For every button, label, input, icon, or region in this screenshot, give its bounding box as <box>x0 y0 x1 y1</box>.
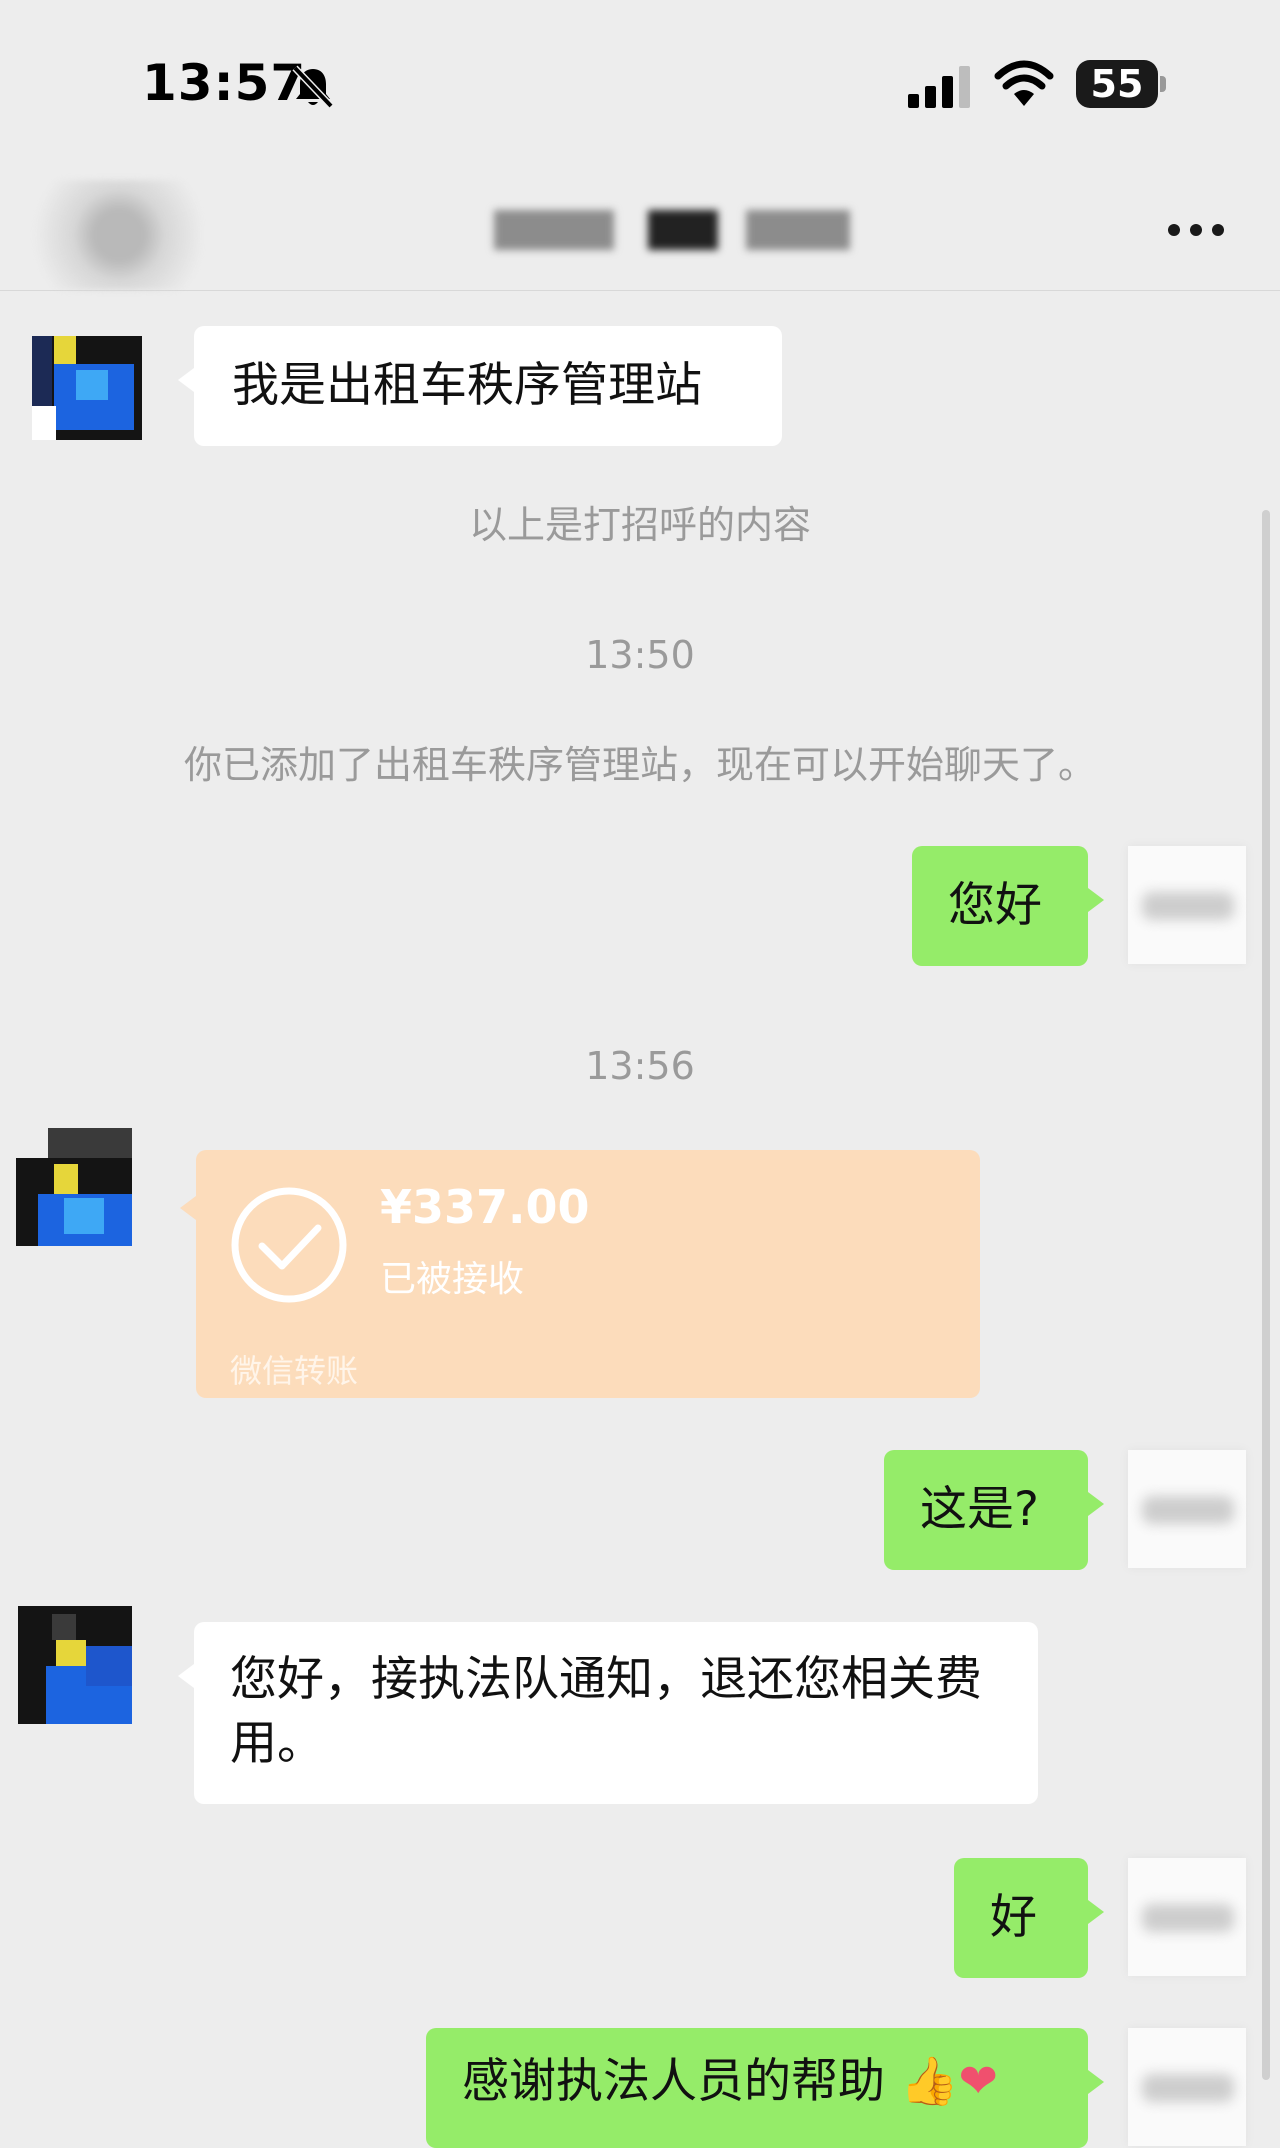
message-bubble[interactable]: 这是? <box>884 1450 1104 1570</box>
message-text: 感谢执法人员的帮助 <box>462 2054 885 2109</box>
wifi-icon <box>994 60 1054 106</box>
message-text: 您好 <box>948 878 1042 933</box>
bell-off-icon <box>292 65 334 109</box>
title-redacted-3 <box>746 210 850 250</box>
check-icon <box>231 1187 347 1303</box>
message-bubble[interactable]: 您好 <box>912 846 1104 966</box>
battery-cap <box>1160 76 1166 92</box>
battery-level: 55 <box>1090 62 1144 106</box>
message-text: 这是? <box>920 1482 1039 1537</box>
timestamp: 13:56 <box>585 1044 695 1088</box>
transfer-label: 微信转账 <box>230 1352 359 1390</box>
status-time: 13:57 <box>142 54 307 112</box>
message-bubble[interactable]: 好 <box>954 1858 1104 1978</box>
transfer-amount: ¥337.00 <box>380 1180 590 1234</box>
back-button[interactable] <box>20 180 200 290</box>
message-bubble[interactable]: 我是出租车秩序管理站 <box>178 326 782 446</box>
message-bubble[interactable]: 感谢执法人员的帮助 👍❤ <box>426 2028 1104 2148</box>
status-bar: 13:57 55 <box>0 0 1280 170</box>
my-avatar[interactable] <box>1128 2028 1246 2146</box>
heart-icon: ❤ <box>958 2054 998 2109</box>
message-text: 您好，接执法队通知，退还您相关费用。 <box>230 1652 982 1771</box>
timestamp: 13:50 <box>585 633 695 677</box>
contact-avatar[interactable] <box>24 336 150 454</box>
transfer-status: 已被接收 <box>380 1259 525 1300</box>
transfer-card[interactable]: ¥337.00 已被接收 微信转账 <box>180 1150 980 1398</box>
my-avatar[interactable] <box>1128 1450 1246 1568</box>
system-notice: 你已添加了出租车秩序管理站，现在可以开始聊天了。 <box>183 743 1096 787</box>
contact-avatar[interactable] <box>12 1128 138 1246</box>
thumbs-up-icon: 👍 <box>899 2054 959 2109</box>
title-redacted-1 <box>494 210 614 250</box>
my-avatar[interactable] <box>1128 1858 1246 1976</box>
contact-avatar[interactable] <box>12 1606 138 1724</box>
battery-icon: 55 <box>1076 60 1168 108</box>
message-text: 我是出租车秩序管理站 <box>232 358 702 413</box>
more-icon[interactable] <box>1168 224 1226 238</box>
message-text: 好 <box>990 1890 1037 1945</box>
system-notice: 以上是打招呼的内容 <box>468 503 811 547</box>
signal-icon <box>908 66 970 108</box>
chat-header <box>0 170 1280 291</box>
title-redacted-2 <box>648 210 718 250</box>
message-bubble[interactable]: 您好，接执法队通知，退还您相关费用。 <box>178 1622 1038 1804</box>
my-avatar[interactable] <box>1128 846 1246 964</box>
